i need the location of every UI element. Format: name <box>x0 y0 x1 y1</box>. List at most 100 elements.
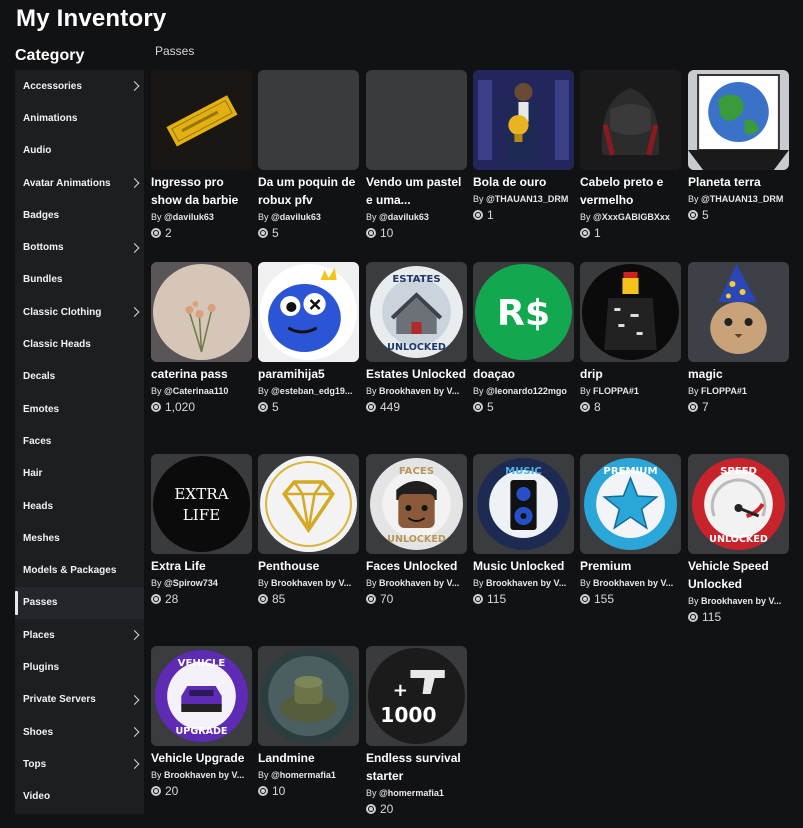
item-name[interactable]: Vehicle Upgrade <box>151 749 253 767</box>
sidebar-item-heads[interactable]: Heads <box>15 490 144 522</box>
creator-name-link[interactable]: Brookhaven by V... <box>379 386 459 396</box>
item-card[interactable]: FACES UNLOCKED Faces Unlocked By Brookhaven… <box>366 454 468 607</box>
creator-name-link[interactable]: @Caterinaa110 <box>164 386 228 396</box>
sidebar-item-bundles[interactable]: Bundles <box>15 264 144 296</box>
sidebar-item-private-servers[interactable]: Private Servers <box>15 684 144 716</box>
sidebar-item-passes[interactable]: Passes <box>15 586 144 620</box>
item-name[interactable]: drip <box>580 365 682 383</box>
item-thumbnail[interactable] <box>258 454 359 554</box>
item-thumbnail[interactable] <box>151 70 252 170</box>
item-card[interactable]: Cabelo preto e vermelho By @XxxGABIGBXxx 1 <box>580 70 682 241</box>
sidebar-item-shoes[interactable]: Shoes <box>15 716 144 748</box>
creator-name-link[interactable]: @leonardo122mgo <box>486 386 567 396</box>
item-card[interactable]: SPEED UNLOCKED Vehicle Speed Unlocked By Br… <box>688 454 790 625</box>
item-name[interactable]: Estates Unlocked <box>366 365 468 383</box>
item-thumbnail[interactable]: +1000 <box>366 646 467 746</box>
creator-name-link[interactable]: Brookhaven by V... <box>271 578 351 588</box>
sidebar-item-places[interactable]: Places <box>15 619 144 651</box>
creator-name-link[interactable]: @esteban_edg19... <box>271 386 352 396</box>
item-thumbnail[interactable]: FACES UNLOCKED <box>366 454 467 554</box>
item-name[interactable]: paramihija5 <box>258 365 360 383</box>
item-thumbnail[interactable]: SPEED UNLOCKED <box>688 454 789 554</box>
item-card[interactable]: +1000 Endless survival starter By @homerma… <box>366 646 468 817</box>
creator-name-link[interactable]: @THAUAN13_DRM <box>701 194 783 204</box>
item-name[interactable]: Premium <box>580 557 682 575</box>
item-name[interactable]: Cabelo preto e vermelho <box>580 173 682 209</box>
item-card[interactable]: Bola de ouro By @THAUAN13_DRM 1 <box>473 70 575 223</box>
item-thumbnail[interactable] <box>688 70 789 170</box>
sidebar-item-decals[interactable]: Decals <box>15 361 144 393</box>
item-name[interactable]: caterina pass <box>151 365 253 383</box>
item-name[interactable]: Penthouse <box>258 557 360 575</box>
sidebar-item-badges[interactable]: Badges <box>15 199 144 231</box>
item-thumbnail[interactable] <box>473 70 574 170</box>
item-name[interactable]: Ingresso pro show da barbie <box>151 173 253 209</box>
creator-name-link[interactable]: Brookhaven by V... <box>701 596 781 606</box>
sidebar-item-audio[interactable]: Audio <box>15 135 144 167</box>
item-name[interactable]: Vehicle Speed Unlocked <box>688 557 790 593</box>
creator-name-link[interactable]: @homermafia1 <box>379 788 444 798</box>
creator-name-link[interactable]: @THAUAN13_DRM <box>486 194 568 204</box>
item-card[interactable]: caterina pass By @Caterinaa110 1,020 <box>151 262 253 415</box>
item-card[interactable]: Planeta terra By @THAUAN13_DRM 5 <box>688 70 790 223</box>
item-card[interactable]: MUSIC Music Unlocked By Brookhaven by V...… <box>473 454 575 607</box>
item-card[interactable]: EXTRA LIFE Extra Life By @Spirow734 28 <box>151 454 253 607</box>
item-card[interactable]: Landmine By @homermafia1 10 <box>258 646 360 799</box>
creator-name-link[interactable]: @daviluk63 <box>164 212 214 222</box>
item-name[interactable]: Landmine <box>258 749 360 767</box>
item-thumbnail[interactable]: ESTATES UNLOCKED <box>366 262 467 362</box>
item-thumbnail[interactable] <box>151 262 252 362</box>
sidebar-item-classic-clothing[interactable]: Classic Clothing <box>15 296 144 328</box>
item-card[interactable]: Vendo um pastel e uma... By @daviluk63 10 <box>366 70 468 241</box>
creator-name-link[interactable]: FLOPPA#1 <box>701 386 747 396</box>
sidebar-item-models-packages[interactable]: Models & Packages <box>15 554 144 586</box>
sidebar-item-hair[interactable]: Hair <box>15 458 144 490</box>
sidebar-item-animations[interactable]: Animations <box>15 102 144 134</box>
sidebar-item-avatar-animations[interactable]: Avatar Animations <box>15 167 144 199</box>
item-thumbnail[interactable]: R$ <box>473 262 574 362</box>
item-card[interactable]: magic By FLOPPA#1 7 <box>688 262 790 415</box>
creator-name-link[interactable]: @homermafia1 <box>271 770 336 780</box>
item-thumbnail[interactable] <box>688 262 789 362</box>
creator-name-link[interactable]: Brookhaven by V... <box>486 578 566 588</box>
item-thumbnail[interactable]: MUSIC <box>473 454 574 554</box>
sidebar-item-accessories[interactable]: Accessories <box>15 70 144 102</box>
item-card[interactable]: Da um poquin de robux pfv By @daviluk63 5 <box>258 70 360 241</box>
creator-name-link[interactable]: Brookhaven by V... <box>379 578 459 588</box>
sidebar-item-video[interactable]: Video <box>15 781 144 813</box>
item-name[interactable]: Bola de ouro <box>473 173 575 191</box>
item-name[interactable]: magic <box>688 365 790 383</box>
item-thumbnail[interactable]: EXTRA LIFE <box>151 454 252 554</box>
item-thumbnail[interactable]: VEHICLE UPGRADE <box>151 646 252 746</box>
item-thumbnail[interactable] <box>258 262 359 362</box>
item-card[interactable]: ESTATES UNLOCKED Estates Unlocked By Brookh… <box>366 262 468 415</box>
item-name[interactable]: doaçao <box>473 365 575 383</box>
sidebar-item-faces[interactable]: Faces <box>15 425 144 457</box>
creator-name-link[interactable]: @daviluk63 <box>379 212 429 222</box>
creator-name-link[interactable]: @daviluk63 <box>271 212 321 222</box>
creator-name-link[interactable]: Brookhaven by V... <box>164 770 244 780</box>
creator-name-link[interactable]: Brookhaven by V... <box>593 578 673 588</box>
item-thumbnail[interactable] <box>366 70 467 170</box>
item-card[interactable]: PREMIUM Premium By Brookhaven by V... 155 <box>580 454 682 607</box>
sidebar-item-meshes[interactable]: Meshes <box>15 522 144 554</box>
creator-name-link[interactable]: FLOPPA#1 <box>593 386 639 396</box>
item-name[interactable]: Vendo um pastel e uma... <box>366 173 468 209</box>
item-thumbnail[interactable]: PREMIUM <box>580 454 681 554</box>
item-card[interactable]: R$ doaçao By @leonardo122mgo 5 <box>473 262 575 415</box>
item-thumbnail[interactable] <box>580 262 681 362</box>
item-card[interactable]: VEHICLE UPGRADE Vehicle Upgrade By Brookhav… <box>151 646 253 799</box>
sidebar-item-tops[interactable]: Tops <box>15 748 144 780</box>
creator-name-link[interactable]: @Spirow734 <box>164 578 218 588</box>
item-thumbnail[interactable] <box>258 646 359 746</box>
item-card[interactable]: paramihija5 By @esteban_edg19... 5 <box>258 262 360 415</box>
creator-name-link[interactable]: @XxxGABIGBXxx <box>593 212 670 222</box>
item-name[interactable]: Music Unlocked <box>473 557 575 575</box>
item-name[interactable]: Extra Life <box>151 557 253 575</box>
sidebar-item-bottoms[interactable]: Bottoms <box>15 231 144 263</box>
item-card[interactable]: Ingresso pro show da barbie By @daviluk63… <box>151 70 253 241</box>
item-name[interactable]: Da um poquin de robux pfv <box>258 173 360 209</box>
sidebar-item-emotes[interactable]: Emotes <box>15 393 144 425</box>
sidebar-item-plugins[interactable]: Plugins <box>15 651 144 683</box>
item-name[interactable]: Endless survival starter <box>366 749 468 785</box>
